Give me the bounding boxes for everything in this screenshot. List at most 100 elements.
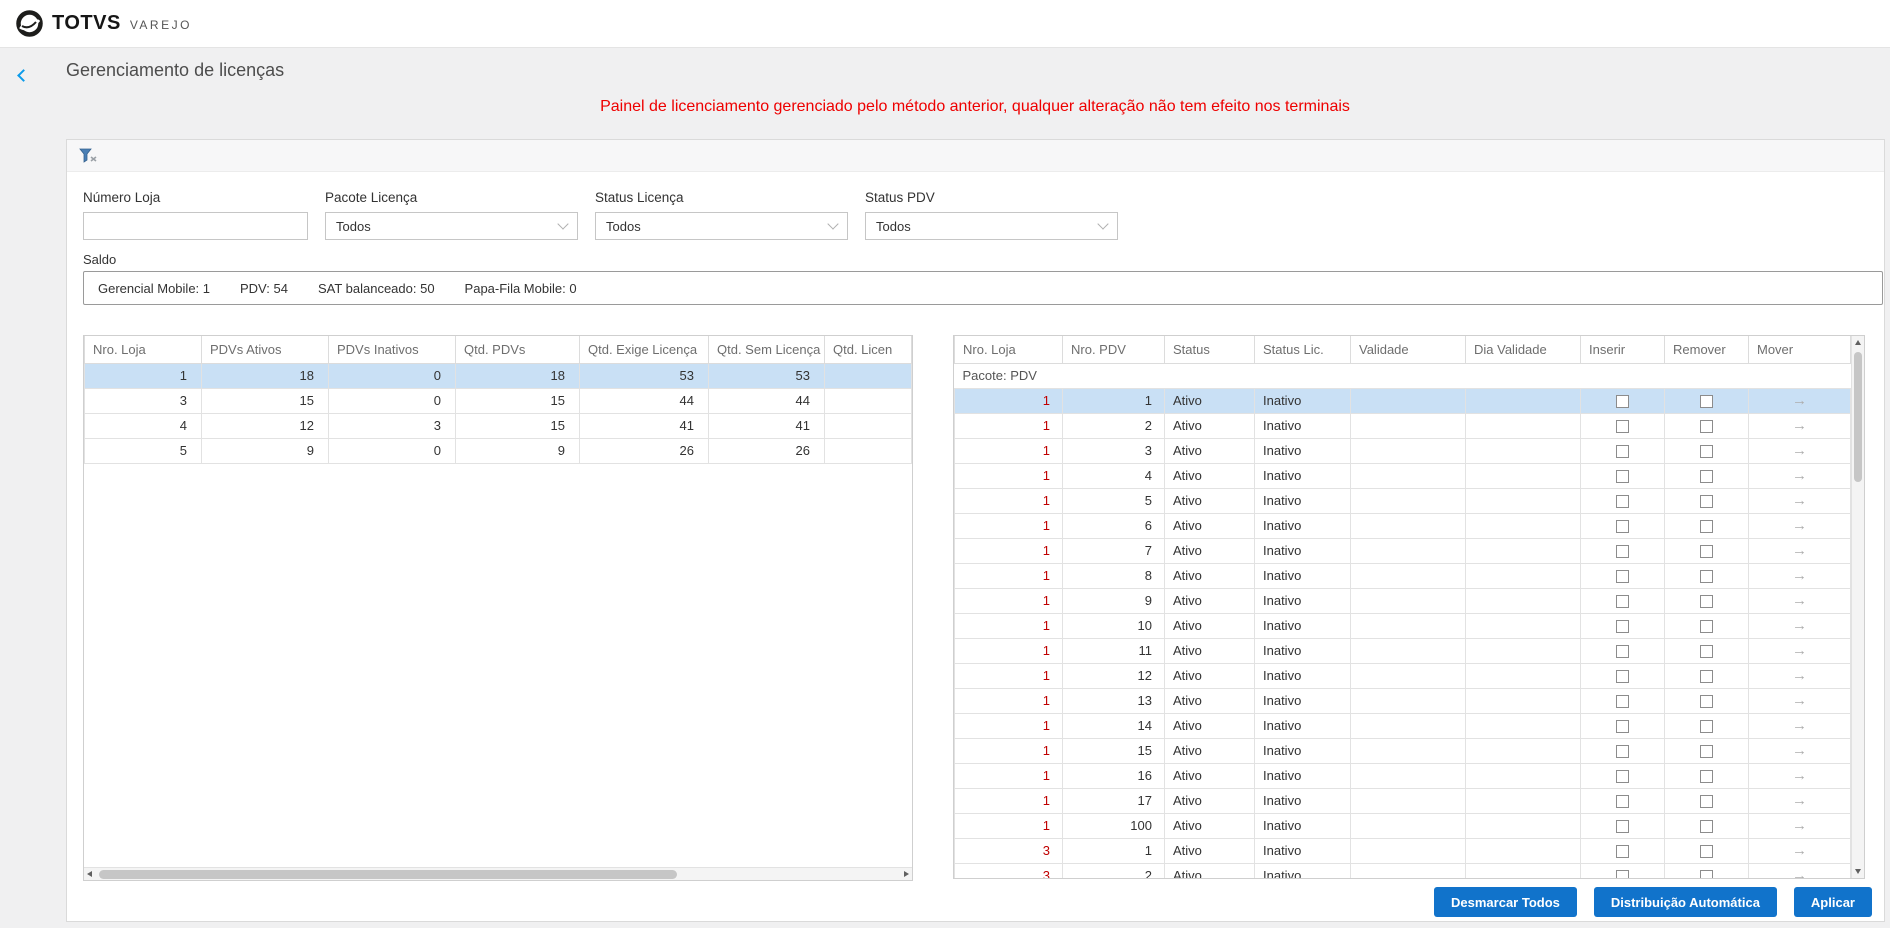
mover-arrow-icon[interactable]: → <box>1792 692 1807 709</box>
mover-arrow-icon[interactable]: → <box>1792 842 1807 859</box>
mover-arrow-icon[interactable]: → <box>1792 767 1807 784</box>
remover-checkbox[interactable] <box>1700 445 1713 459</box>
mover-arrow-icon[interactable]: → <box>1792 792 1807 809</box>
pdv-table-row[interactable]: 1 3 Ativo Inativo → <box>954 437 1851 464</box>
scroll-right-icon[interactable] <box>904 871 909 877</box>
inserir-checkbox[interactable] <box>1616 845 1629 859</box>
scroll-left-icon[interactable] <box>87 871 92 877</box>
pdv-column-header[interactable]: Inserir <box>1580 336 1665 364</box>
inserir-checkbox[interactable] <box>1616 720 1629 734</box>
inserir-checkbox[interactable] <box>1616 670 1629 684</box>
inserir-checkbox[interactable] <box>1616 695 1629 709</box>
vertical-scrollbar[interactable] <box>1851 336 1864 878</box>
pdv-table-row[interactable]: 1 10 Ativo Inativo → <box>954 612 1851 639</box>
mover-arrow-icon[interactable]: → <box>1792 542 1807 559</box>
inserir-checkbox[interactable] <box>1616 545 1629 559</box>
pdv-table-row[interactable]: 1 5 Ativo Inativo → <box>954 487 1851 514</box>
remover-checkbox[interactable] <box>1700 870 1713 878</box>
mover-arrow-icon[interactable]: → <box>1792 567 1807 584</box>
inserir-checkbox[interactable] <box>1616 620 1629 634</box>
pdv-table-row[interactable]: 1 8 Ativo Inativo → <box>954 562 1851 589</box>
stores-table-row[interactable]: 1 18 0 18 53 53 <box>84 362 912 389</box>
remover-checkbox[interactable] <box>1700 820 1713 834</box>
inserir-checkbox[interactable] <box>1616 645 1629 659</box>
inserir-checkbox[interactable] <box>1616 395 1629 409</box>
mover-arrow-icon[interactable]: → <box>1792 667 1807 684</box>
mover-arrow-icon[interactable]: → <box>1792 417 1807 434</box>
pdv-column-header[interactable]: Status <box>1164 336 1255 364</box>
pdv-column-header[interactable]: Status Lic. <box>1254 336 1351 364</box>
scroll-down-icon[interactable] <box>1855 869 1861 874</box>
stores-table-row[interactable]: 3 15 0 15 44 44 <box>84 387 912 414</box>
mover-arrow-icon[interactable]: → <box>1792 742 1807 759</box>
pdv-table-row[interactable]: 3 1 Ativo Inativo → <box>954 837 1851 864</box>
inserir-checkbox[interactable] <box>1616 420 1629 434</box>
mover-arrow-icon[interactable]: → <box>1792 867 1807 878</box>
remover-checkbox[interactable] <box>1700 520 1713 534</box>
pacote-licenca-select[interactable]: Todos <box>325 212 578 240</box>
remover-checkbox[interactable] <box>1700 645 1713 659</box>
mover-arrow-icon[interactable]: → <box>1792 642 1807 659</box>
mover-arrow-icon[interactable]: → <box>1792 467 1807 484</box>
aplicar-button[interactable]: Aplicar <box>1793 887 1872 917</box>
inserir-checkbox[interactable] <box>1616 495 1629 509</box>
pdv-table-row[interactable]: 1 6 Ativo Inativo → <box>954 512 1851 539</box>
pdv-table-row[interactable]: 1 4 Ativo Inativo → <box>954 462 1851 489</box>
pdv-column-header[interactable]: Nro. Loja <box>954 336 1063 364</box>
remover-checkbox[interactable] <box>1700 570 1713 584</box>
remover-checkbox[interactable] <box>1700 670 1713 684</box>
clear-filter-icon[interactable] <box>79 148 98 164</box>
stores-column-header[interactable]: PDVs Ativos <box>201 336 329 364</box>
pdv-table-row[interactable]: 1 2 Ativo Inativo → <box>954 412 1851 439</box>
mover-arrow-icon[interactable]: → <box>1792 517 1807 534</box>
mover-arrow-icon[interactable]: → <box>1792 617 1807 634</box>
pdv-table-row[interactable]: 1 11 Ativo Inativo → <box>954 637 1851 664</box>
mover-arrow-icon[interactable]: → <box>1792 392 1807 409</box>
inserir-checkbox[interactable] <box>1616 870 1629 878</box>
inserir-checkbox[interactable] <box>1616 820 1629 834</box>
numero-loja-input[interactable] <box>83 212 308 240</box>
pdv-table-row[interactable]: 1 15 Ativo Inativo → <box>954 737 1851 764</box>
pdv-table-row[interactable]: 1 100 Ativo Inativo → <box>954 812 1851 839</box>
remover-checkbox[interactable] <box>1700 695 1713 709</box>
inserir-checkbox[interactable] <box>1616 595 1629 609</box>
pdv-table-row[interactable]: 1 7 Ativo Inativo → <box>954 537 1851 564</box>
stores-table-row[interactable]: 5 9 0 9 26 26 <box>84 437 912 464</box>
pdv-table-row[interactable]: 3 2 Ativo Inativo → <box>954 862 1851 878</box>
pdv-table-row[interactable]: 1 12 Ativo Inativo → <box>954 662 1851 689</box>
remover-checkbox[interactable] <box>1700 495 1713 509</box>
inserir-checkbox[interactable] <box>1616 445 1629 459</box>
remover-checkbox[interactable] <box>1700 620 1713 634</box>
pdv-table-row[interactable]: 1 13 Ativo Inativo → <box>954 687 1851 714</box>
inserir-checkbox[interactable] <box>1616 770 1629 784</box>
inserir-checkbox[interactable] <box>1616 570 1629 584</box>
inserir-checkbox[interactable] <box>1616 745 1629 759</box>
pdv-column-header[interactable]: Mover <box>1748 336 1851 364</box>
pdv-table-row[interactable]: 1 17 Ativo Inativo → <box>954 787 1851 814</box>
remover-checkbox[interactable] <box>1700 770 1713 784</box>
remover-checkbox[interactable] <box>1700 470 1713 484</box>
distribuicao-automatica-button[interactable]: Distribuição Automática <box>1593 887 1777 917</box>
horizontal-scrollbar[interactable] <box>84 867 912 880</box>
inserir-checkbox[interactable] <box>1616 520 1629 534</box>
mover-arrow-icon[interactable]: → <box>1792 592 1807 609</box>
pdv-column-header[interactable]: Dia Validade <box>1465 336 1581 364</box>
pdv-table-row[interactable]: 1 1 Ativo Inativo → <box>954 387 1851 414</box>
status-pdv-select[interactable]: Todos <box>865 212 1118 240</box>
mover-arrow-icon[interactable]: → <box>1792 492 1807 509</box>
desmarcar-todos-button[interactable]: Desmarcar Todos <box>1434 887 1577 917</box>
pdv-column-header[interactable]: Remover <box>1664 336 1749 364</box>
remover-checkbox[interactable] <box>1700 595 1713 609</box>
inserir-checkbox[interactable] <box>1616 470 1629 484</box>
remover-checkbox[interactable] <box>1700 795 1713 809</box>
remover-checkbox[interactable] <box>1700 395 1713 409</box>
pdv-column-header[interactable]: Nro. PDV <box>1062 336 1165 364</box>
pdv-table-row[interactable]: 1 16 Ativo Inativo → <box>954 762 1851 789</box>
remover-checkbox[interactable] <box>1700 720 1713 734</box>
stores-column-header[interactable]: Qtd. Sem Licença <box>708 336 825 364</box>
remover-checkbox[interactable] <box>1700 745 1713 759</box>
remover-checkbox[interactable] <box>1700 545 1713 559</box>
pdv-table-row[interactable]: 1 9 Ativo Inativo → <box>954 587 1851 614</box>
stores-table-row[interactable]: 4 12 3 15 41 41 <box>84 412 912 439</box>
pdv-table-row[interactable]: 1 14 Ativo Inativo → <box>954 712 1851 739</box>
